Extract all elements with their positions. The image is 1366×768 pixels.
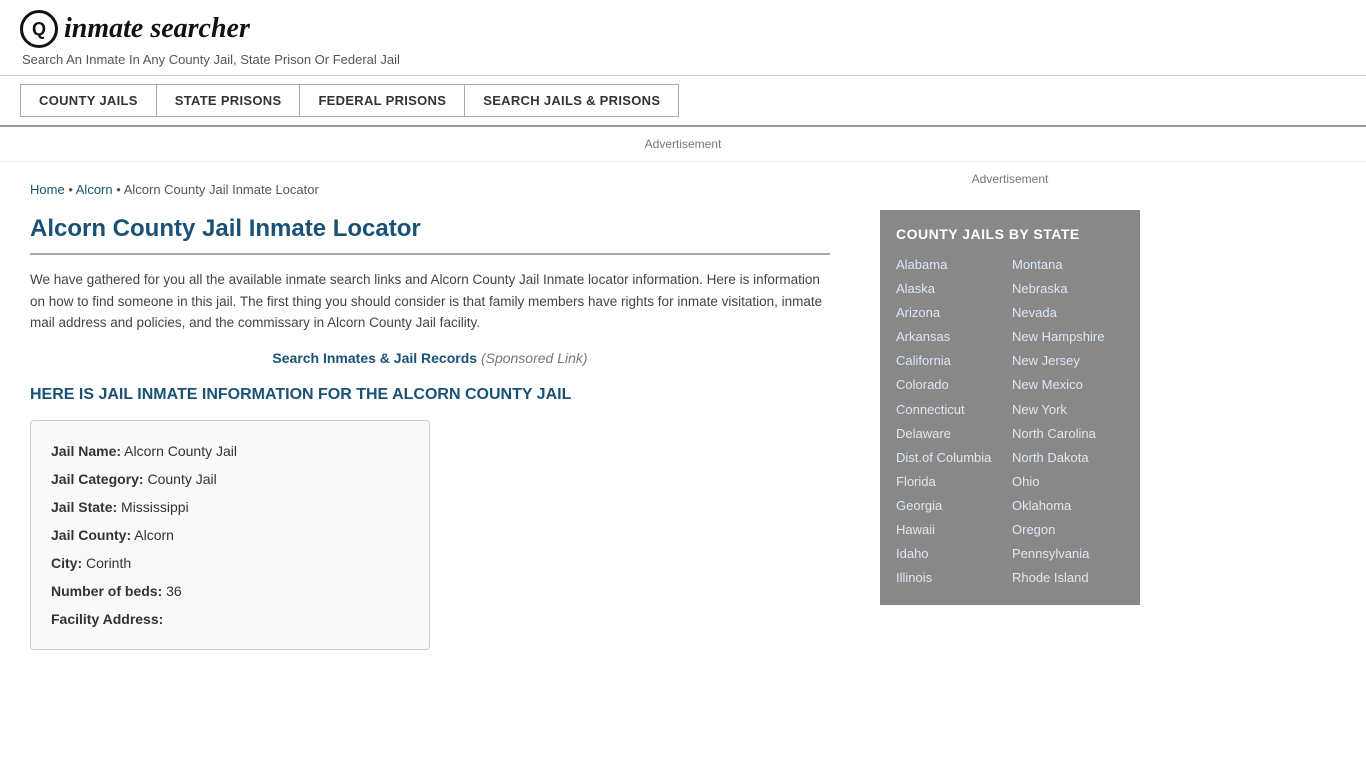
- nav-item-federal-prisons[interactable]: FEDERAL PRISONS: [299, 84, 464, 117]
- state-link[interactable]: Illinois: [896, 567, 1008, 589]
- state-link[interactable]: Colorado: [896, 374, 1008, 396]
- state-link[interactable]: Alabama: [896, 254, 1008, 276]
- logo-icon: Q: [20, 10, 58, 48]
- nav-link-search[interactable]: SEARCH JAILS & PRISONS: [464, 84, 679, 117]
- state-link[interactable]: New Hampshire: [1012, 326, 1124, 348]
- breadcrumb-home[interactable]: Home: [30, 182, 65, 197]
- state-link[interactable]: Montana: [1012, 254, 1124, 276]
- tagline: Search An Inmate In Any County Jail, Sta…: [22, 52, 1346, 67]
- page-title: Alcorn County Jail Inmate Locator: [30, 215, 830, 255]
- nav-link-federal-prisons[interactable]: FEDERAL PRISONS: [299, 84, 465, 117]
- logo-area: Q inmate searcher: [20, 10, 1346, 48]
- section-heading: HERE IS JAIL INMATE INFORMATION FOR THE …: [30, 386, 830, 404]
- field-city: City: Corinth: [51, 549, 409, 577]
- state-link[interactable]: Alaska: [896, 278, 1008, 300]
- ad-bar: Advertisement: [0, 127, 1366, 162]
- breadcrumb: Home • Alcorn • Alcorn County Jail Inmat…: [30, 182, 830, 197]
- state-link[interactable]: Dist.of Columbia: [896, 447, 1008, 469]
- field-beds: Number of beds: 36: [51, 577, 409, 605]
- state-link[interactable]: Delaware: [896, 423, 1008, 445]
- main-content: Home • Alcorn • Alcorn County Jail Inmat…: [0, 162, 860, 670]
- jail-state-value: Mississippi: [121, 499, 189, 515]
- state-link[interactable]: Arkansas: [896, 326, 1008, 348]
- state-link[interactable]: Rhode Island: [1012, 567, 1124, 589]
- jail-state-label: Jail State:: [51, 499, 117, 515]
- address-label: Facility Address:: [51, 611, 163, 627]
- jail-name-value: Alcorn County Jail: [124, 443, 237, 459]
- city-label: City:: [51, 555, 82, 571]
- state-link[interactable]: North Dakota: [1012, 447, 1124, 469]
- state-link[interactable]: New Jersey: [1012, 350, 1124, 372]
- nav-item-state-prisons[interactable]: STATE PRISONS: [156, 84, 300, 117]
- county-jails-title: COUNTY JAILS BY STATE: [896, 226, 1124, 242]
- info-card: Jail Name: Alcorn County Jail Jail Categ…: [30, 420, 430, 650]
- jail-county-value: Alcorn: [134, 527, 174, 543]
- sidebar-ad: Advertisement: [880, 172, 1140, 196]
- field-jail-state: Jail State: Mississippi: [51, 493, 409, 521]
- main-nav: COUNTY JAILS STATE PRISONS FEDERAL PRISO…: [0, 76, 1366, 127]
- states-grid: AlabamaMontanaAlaskaNebraskaArizonaNevad…: [896, 254, 1124, 589]
- state-link[interactable]: Oregon: [1012, 519, 1124, 541]
- field-address: Facility Address:: [51, 605, 409, 633]
- state-link[interactable]: Idaho: [896, 543, 1008, 565]
- nav-link-county-jails[interactable]: COUNTY JAILS: [20, 84, 157, 117]
- state-link[interactable]: Georgia: [896, 495, 1008, 517]
- sidebar: Advertisement COUNTY JAILS BY STATE Alab…: [860, 162, 1160, 670]
- jail-county-label: Jail County:: [51, 527, 131, 543]
- state-link[interactable]: Pennsylvania: [1012, 543, 1124, 565]
- state-link[interactable]: California: [896, 350, 1008, 372]
- state-link[interactable]: Ohio: [1012, 471, 1124, 493]
- site-title: inmate searcher: [64, 13, 250, 45]
- breadcrumb-current: Alcorn County Jail Inmate Locator: [124, 182, 319, 197]
- nav-list: COUNTY JAILS STATE PRISONS FEDERAL PRISO…: [20, 84, 1346, 117]
- sponsored-link-section: Search Inmates & Jail Records (Sponsored…: [30, 350, 830, 366]
- county-jails-box: COUNTY JAILS BY STATE AlabamaMontanaAlas…: [880, 210, 1140, 605]
- field-jail-category: Jail Category: County Jail: [51, 465, 409, 493]
- beds-value: 36: [166, 583, 182, 599]
- state-link[interactable]: North Carolina: [1012, 423, 1124, 445]
- nav-item-county-jails[interactable]: COUNTY JAILS: [20, 84, 156, 117]
- state-link[interactable]: Hawaii: [896, 519, 1008, 541]
- state-link[interactable]: Oklahoma: [1012, 495, 1124, 517]
- jail-name-label: Jail Name:: [51, 443, 121, 459]
- breadcrumb-separator-2: •: [116, 182, 123, 197]
- site-header: Q inmate searcher Search An Inmate In An…: [0, 0, 1366, 76]
- jail-category-value: County Jail: [147, 471, 216, 487]
- nav-item-search[interactable]: SEARCH JAILS & PRISONS: [464, 84, 678, 117]
- city-value: Corinth: [86, 555, 131, 571]
- state-link[interactable]: New York: [1012, 399, 1124, 421]
- description: We have gathered for you all the availab…: [30, 269, 830, 334]
- main-layout: Home • Alcorn • Alcorn County Jail Inmat…: [0, 162, 1366, 670]
- sponsored-suffix: (Sponsored Link): [481, 350, 588, 366]
- state-link[interactable]: New Mexico: [1012, 374, 1124, 396]
- breadcrumb-parent[interactable]: Alcorn: [76, 182, 113, 197]
- field-jail-name: Jail Name: Alcorn County Jail: [51, 437, 409, 465]
- state-link[interactable]: Connecticut: [896, 399, 1008, 421]
- beds-label: Number of beds:: [51, 583, 162, 599]
- field-jail-county: Jail County: Alcorn: [51, 521, 409, 549]
- state-link[interactable]: Arizona: [896, 302, 1008, 324]
- jail-category-label: Jail Category:: [51, 471, 144, 487]
- sponsored-link[interactable]: Search Inmates & Jail Records: [272, 350, 477, 366]
- state-link[interactable]: Nevada: [1012, 302, 1124, 324]
- nav-link-state-prisons[interactable]: STATE PRISONS: [156, 84, 301, 117]
- state-link[interactable]: Nebraska: [1012, 278, 1124, 300]
- breadcrumb-separator-1: •: [68, 182, 75, 197]
- state-link[interactable]: Florida: [896, 471, 1008, 493]
